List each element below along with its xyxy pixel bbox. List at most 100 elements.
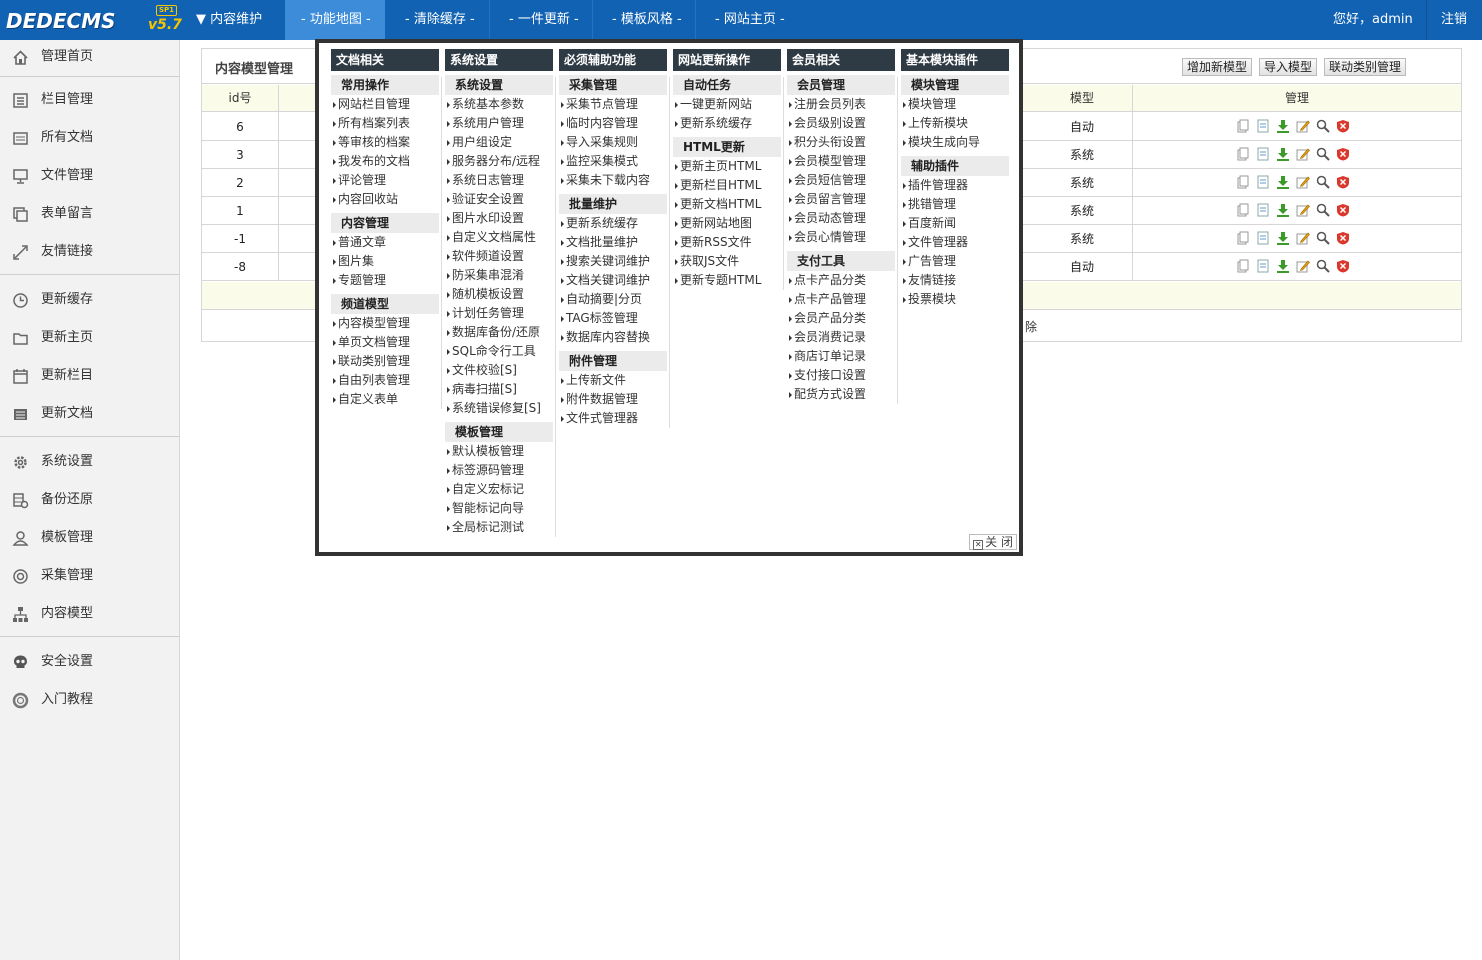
delete-icon[interactable] [1336,175,1350,189]
edit-icon[interactable] [1296,147,1310,161]
menu-link[interactable]: 智能标记向导 [445,499,553,518]
dedecms-logo[interactable]: DEDECMS v5.7 SP1 [4,4,182,36]
menu-link[interactable]: 数据库内容替换 [559,328,667,347]
sidebar-item-admin-home[interactable]: 管理首页 [0,38,179,76]
menu-link[interactable]: 全局标记测试 [445,518,553,537]
view-icon[interactable] [1256,259,1270,273]
menu-link[interactable]: 附件数据管理 [559,390,667,409]
add-model-button[interactable]: 增加新模型 [1182,58,1253,76]
menu-link[interactable]: 更新主页HTML [673,157,781,176]
menu-link[interactable]: 点卡产品分类 [787,271,895,290]
menu-link[interactable]: 验证安全设置 [445,190,553,209]
delete-icon[interactable] [1336,231,1350,245]
menu-link[interactable]: SQL命令行工具 [445,342,553,361]
menu-link[interactable]: 防采集串混淆 [445,266,553,285]
nav-content-maintenance[interactable]: ▼ 内容维护 [184,0,285,40]
menu-link[interactable]: 我发布的文档 [331,152,439,171]
menu-link[interactable]: 系统日志管理 [445,171,553,190]
copy-icon[interactable] [1236,119,1250,133]
menu-link[interactable]: 自定义宏标记 [445,480,553,499]
view-icon[interactable] [1256,119,1270,133]
menu-link[interactable]: 插件管理器 [901,176,1009,195]
delete-icon[interactable] [1336,259,1350,273]
menu-link[interactable]: 会员留言管理 [787,190,895,209]
menu-link[interactable]: 搜索关键词维护 [559,252,667,271]
menu-link[interactable]: 会员短信管理 [787,171,895,190]
menu-link[interactable]: 会员级别设置 [787,114,895,133]
sidebar-item-friend-links[interactable]: 友情链接 [0,233,179,271]
menu-link[interactable]: TAG标签管理 [559,309,667,328]
sidebar-item-backup-restore[interactable]: 备份还原 [0,481,179,519]
menu-link[interactable]: 会员消费记录 [787,328,895,347]
menu-link[interactable]: 更新RSS文件 [673,233,781,252]
nav-clear-cache[interactable]: - 清除缓存 - [385,0,489,40]
nav-one-click-update[interactable]: - 一件更新 - [490,0,592,40]
view-icon[interactable] [1256,147,1270,161]
sidebar-item-forms[interactable]: 表单留言 [0,195,179,233]
delete-icon[interactable] [1336,203,1350,217]
menu-link[interactable]: 采集节点管理 [559,95,667,114]
menu-link[interactable]: 单页文档管理 [331,333,439,352]
sidebar-item-collect-manager[interactable]: 采集管理 [0,557,179,595]
menu-link[interactable]: 更新网站地图 [673,214,781,233]
nav-template-style[interactable]: - 模板风格 - [593,0,695,40]
download-icon[interactable] [1276,259,1290,273]
delete-icon[interactable] [1336,147,1350,161]
menu-link[interactable]: 随机模板设置 [445,285,553,304]
copy-icon[interactable] [1236,147,1250,161]
menu-link[interactable]: 会员产品分类 [787,309,895,328]
download-icon[interactable] [1276,119,1290,133]
menu-link[interactable]: 自定义表单 [331,390,439,409]
menu-link[interactable]: 注册会员列表 [787,95,895,114]
menu-link[interactable]: 友情链接 [901,271,1009,290]
menu-link[interactable]: 会员模型管理 [787,152,895,171]
menu-link[interactable]: 默认模板管理 [445,442,553,461]
menu-link[interactable]: 获取JS文件 [673,252,781,271]
sidebar-item-columns[interactable]: 栏目管理 [0,81,179,119]
menu-link[interactable]: 会员心情管理 [787,228,895,247]
search-icon[interactable] [1316,259,1330,273]
menu-link[interactable]: 自由列表管理 [331,371,439,390]
menu-link[interactable]: 所有档案列表 [331,114,439,133]
nav-site-home[interactable]: - 网站主页 - [696,0,798,40]
sidebar-item-system-settings[interactable]: 系统设置 [0,443,179,481]
download-icon[interactable] [1276,203,1290,217]
menu-link[interactable]: 文件式管理器 [559,409,667,428]
search-icon[interactable] [1316,231,1330,245]
download-icon[interactable] [1276,147,1290,161]
logout-link[interactable]: 注销 [1441,0,1467,40]
menu-link[interactable]: 文件管理器 [901,233,1009,252]
menu-link[interactable]: 支付接口设置 [787,366,895,385]
menu-link[interactable]: 标签源码管理 [445,461,553,480]
search-icon[interactable] [1316,175,1330,189]
menu-link[interactable]: 配货方式设置 [787,385,895,404]
edit-icon[interactable] [1296,231,1310,245]
menu-link[interactable]: 采集未下载内容 [559,171,667,190]
edit-icon[interactable] [1296,175,1310,189]
sidebar-item-update-documents[interactable]: 更新文档 [0,395,179,433]
menu-link[interactable]: 病毒扫描[S] [445,380,553,399]
copy-icon[interactable] [1236,231,1250,245]
menu-link[interactable]: 内容模型管理 [331,314,439,333]
menu-link[interactable]: 点卡产品管理 [787,290,895,309]
delete-icon[interactable] [1336,119,1350,133]
sidebar-item-file-manager[interactable]: 文件管理 [0,157,179,195]
menu-link[interactable]: 模块生成向导 [901,133,1009,152]
sidebar-item-update-home[interactable]: 更新主页 [0,319,179,357]
menu-link[interactable]: 自动摘要|分页 [559,290,667,309]
menu-link[interactable]: 数据库备份/还原 [445,323,553,342]
sidebar-item-security-settings[interactable]: 安全设置 [0,643,179,681]
copy-icon[interactable] [1236,175,1250,189]
menu-link[interactable]: 图片水印设置 [445,209,553,228]
menu-link[interactable]: 专题管理 [331,271,439,290]
menu-link[interactable]: 监控采集模式 [559,152,667,171]
menu-link[interactable]: 计划任务管理 [445,304,553,323]
menu-link[interactable]: 临时内容管理 [559,114,667,133]
close-popup-button[interactable]: ✕ 关 闭 [969,534,1017,550]
search-icon[interactable] [1316,119,1330,133]
menu-link[interactable]: 用户组设定 [445,133,553,152]
menu-link[interactable]: 自定义文档属性 [445,228,553,247]
menu-link[interactable]: 会员动态管理 [787,209,895,228]
copy-icon[interactable] [1236,259,1250,273]
menu-link[interactable]: 网站栏目管理 [331,95,439,114]
